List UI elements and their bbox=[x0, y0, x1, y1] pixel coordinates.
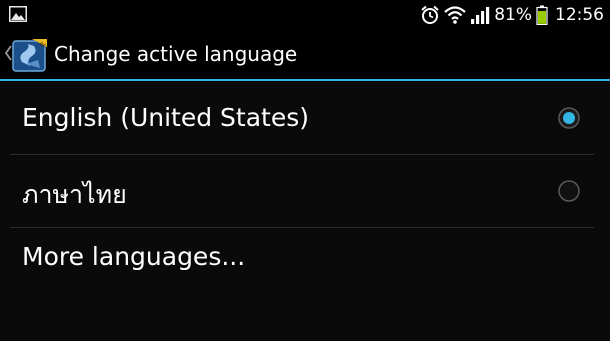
wifi-icon bbox=[444, 5, 466, 24]
action-bar: BETA Change active language bbox=[0, 29, 610, 80]
status-time: 12:56 bbox=[555, 4, 604, 25]
alarm-clock-icon bbox=[421, 5, 439, 24]
status-icons: 81% 12:56 bbox=[420, 0, 604, 29]
actionbar-divider bbox=[0, 79, 610, 81]
more-languages-label: More languages... bbox=[22, 242, 246, 271]
image-notification-icon bbox=[9, 6, 27, 22]
language-label: ภาษาไทย bbox=[22, 180, 127, 209]
swiftkey-app-icon: BETA bbox=[12, 39, 48, 72]
page-title: Change active language bbox=[54, 42, 298, 66]
up-navigation-button[interactable]: BETA bbox=[0, 29, 52, 80]
language-label: English (United States) bbox=[22, 103, 310, 132]
status-bar: 81% 12:56 bbox=[0, 0, 610, 29]
battery-percent-text: 81% bbox=[494, 4, 532, 25]
signal-icon bbox=[471, 6, 490, 24]
battery-icon bbox=[536, 5, 548, 25]
more-languages-item[interactable]: More languages... bbox=[0, 228, 610, 288]
language-option-english[interactable]: English (United States) bbox=[0, 82, 610, 154]
language-option-thai[interactable]: ภาษาไทย bbox=[0, 155, 610, 227]
radio-selected-icon[interactable] bbox=[558, 107, 580, 129]
radio-unselected-icon[interactable] bbox=[558, 180, 580, 202]
